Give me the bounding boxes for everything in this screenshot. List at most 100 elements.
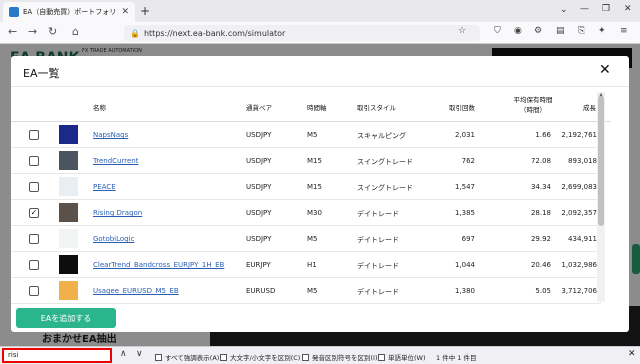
ea-name-link[interactable]: ClearTrend_Bandcross_EURJPY_1H_EB <box>93 261 224 269</box>
close-tab-icon[interactable]: ✕ <box>121 7 129 17</box>
menu-icon[interactable]: ≡ <box>620 26 628 36</box>
sidebar-icon[interactable]: ▤ <box>556 26 565 36</box>
option-label: 単語単位(W) <box>388 354 426 362</box>
checkbox[interactable] <box>302 353 309 361</box>
find-result-count: 1 件中 1 件目 <box>436 354 477 362</box>
row-checkbox[interactable] <box>29 156 39 166</box>
ea-thumbnail <box>59 177 78 196</box>
ea-name-link[interactable]: PEACE <box>93 183 116 191</box>
table-row: NapsNags USDJPY M5 スキャルピング 2,031 1.66 2,192,76… <box>11 122 601 148</box>
close-find-icon[interactable]: ✕ <box>628 349 636 359</box>
ea-trades: 2,031 <box>454 131 475 139</box>
ea-style: デイトレード <box>357 288 399 296</box>
bookmark-star-icon[interactable]: ☆ <box>458 26 466 36</box>
ea-avg-hold: 1.66 <box>535 131 551 139</box>
add-ea-button[interactable]: EAを追加する <box>16 308 116 328</box>
reload-icon[interactable]: ↻ <box>48 25 57 38</box>
close-icon[interactable]: ✕ <box>599 62 611 78</box>
ea-style: デイトレード <box>357 236 399 244</box>
ea-timeframe: H1 <box>307 261 317 269</box>
ea-timeframe: M15 <box>307 183 322 191</box>
ea-profit: 3,712,706 <box>561 287 597 295</box>
tab-list-chevron-icon[interactable]: ⌄ <box>560 5 568 15</box>
ea-timeframe: M30 <box>307 209 322 217</box>
find-next-icon[interactable]: ∨ <box>136 349 143 359</box>
table-row: PEACE USDJPY M15 スイングトレード 1,547 34.34 2,699,08… <box>11 174 601 200</box>
table-row: ✓ Rising Dragon USDJPY M30 デイトレード 1,385 28.18 2… <box>11 200 601 226</box>
header-timeframe: 時間軸 <box>307 104 327 112</box>
table-row: Usagee_EURUSD_M5_EB EURUSD M5 デイトレード 1,380 5.… <box>11 278 601 304</box>
option-whole-words[interactable]: 単語単位(W) <box>378 352 426 362</box>
ea-name-link[interactable]: Usagee_EURUSD_M5_EB <box>93 287 179 295</box>
new-tab-button[interactable]: + <box>140 4 150 18</box>
browser-tab[interactable]: EA（自動売買）ポートフォリオシミ ✕ <box>3 2 135 22</box>
ea-avg-hold: 20.46 <box>530 261 551 269</box>
share-icon[interactable]: ⎘ <box>578 26 585 36</box>
row-checkbox[interactable] <box>29 182 39 192</box>
ea-style: デイトレード <box>357 210 399 218</box>
site-favicon-icon <box>9 7 19 17</box>
account-icon[interactable]: ◉ <box>514 26 522 36</box>
ea-thumbnail <box>59 125 78 144</box>
puzzle-icon[interactable]: ✦ <box>598 26 606 36</box>
ea-profit: 2,699,083 <box>561 183 597 191</box>
option-label: すべて強調表示(A) <box>165 354 220 362</box>
home-icon[interactable]: ⌂ <box>72 25 79 38</box>
checkbox[interactable] <box>378 353 385 361</box>
ea-name-link[interactable]: GotobiLogic <box>93 235 134 243</box>
ea-timeframe: M15 <box>307 157 322 165</box>
checkbox[interactable] <box>220 353 227 361</box>
option-highlight-all[interactable]: すべて強調表示(A) <box>155 352 219 362</box>
scrollbar[interactable]: ▲ <box>597 92 605 302</box>
scrollbar-thumb[interactable] <box>598 96 604 226</box>
minimize-icon[interactable]: — <box>580 4 589 14</box>
window-close-icon[interactable]: ✕ <box>624 4 632 14</box>
ea-profit: 2,192,761 <box>561 131 597 139</box>
ea-name-link[interactable]: TrendCurrent <box>93 157 138 165</box>
find-previous-icon[interactable]: ∧ <box>120 349 127 359</box>
option-diacritics[interactable]: 発音区別符号を区別(I) <box>302 352 378 362</box>
ea-trades: 1,044 <box>454 261 475 269</box>
row-checkbox[interactable] <box>29 130 39 140</box>
ea-name-link[interactable]: NapsNags <box>93 131 128 139</box>
row-checkbox[interactable] <box>29 260 39 270</box>
ea-avg-hold: 5.05 <box>535 287 551 295</box>
url-text: https://next.ea-bank.com/simulator <box>143 28 286 38</box>
modal-title: EA一覧 <box>23 67 60 80</box>
ea-trades: 697 <box>461 235 475 243</box>
modal-divider <box>11 86 629 87</box>
ea-thumbnail <box>59 151 78 170</box>
ea-trades: 1,547 <box>454 183 475 191</box>
ea-pair: USDJPY <box>246 235 272 243</box>
lock-icon: 🔒 <box>130 28 140 38</box>
find-input[interactable]: risi <box>2 348 112 363</box>
header-name: 名称 <box>93 104 106 112</box>
ea-pair: USDJPY <box>246 209 272 217</box>
ea-timeframe: M5 <box>307 131 318 139</box>
ea-trades: 762 <box>461 157 475 165</box>
forward-icon[interactable]: → <box>28 25 37 38</box>
extensions-icon[interactable]: ⚙ <box>534 26 542 36</box>
ea-thumbnail <box>59 203 78 222</box>
ea-name-link[interactable]: Rising Dragon <box>93 209 142 217</box>
checkbox[interactable] <box>155 353 162 361</box>
ea-pair: EURUSD <box>246 287 276 295</box>
row-checkbox[interactable] <box>29 286 39 296</box>
ea-list-modal: EA一覧 ✕ 名称 通貨ペア 時間軸 取引スタイル 取引回数 平均保有時間（時間… <box>11 56 629 332</box>
ea-style: スキャルピング <box>357 132 406 140</box>
back-icon[interactable]: ← <box>8 25 17 38</box>
ea-style: デイトレード <box>357 262 399 270</box>
row-checkbox[interactable]: ✓ <box>29 208 39 218</box>
ea-avg-hold: 28.18 <box>530 209 551 217</box>
address-bar[interactable]: 🔒 https://next.ea-bank.com/simulator <box>124 25 480 41</box>
option-match-case[interactable]: 大文字/小文字を区別(C) <box>220 352 300 362</box>
table-header: 名称 通貨ペア 時間軸 取引スタイル 取引回数 平均保有時間（時間） 成長 <box>11 92 611 122</box>
shield-icon[interactable]: ⛉ <box>494 26 501 36</box>
maximize-icon[interactable]: ❐ <box>602 4 610 14</box>
ea-pair: EURJPY <box>246 261 271 269</box>
ea-pair: USDJPY <box>246 131 272 139</box>
header-style: 取引スタイル <box>357 104 396 112</box>
ea-trades: 1,385 <box>454 209 475 217</box>
ea-avg-hold: 34.34 <box>530 183 551 191</box>
row-checkbox[interactable] <box>29 234 39 244</box>
